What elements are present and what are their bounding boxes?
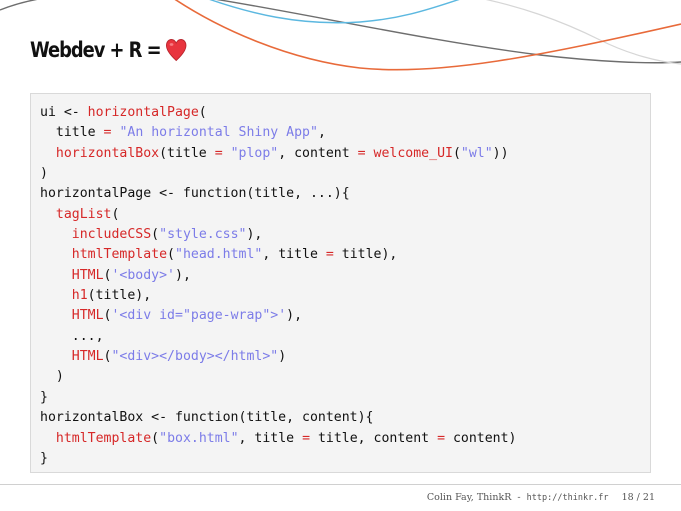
code-token: (: [151, 227, 160, 243]
code-token: (title: [159, 145, 215, 161]
code-line: ...,: [40, 327, 650, 347]
code-line: htmlTemplate("box.html", title = title, …: [40, 429, 650, 449]
code-line: HTML("<div></body></html>"): [40, 347, 650, 367]
code-token-op: =: [437, 430, 446, 446]
slide-title: Webdev + R =: [30, 38, 187, 62]
code-token: , content: [278, 145, 358, 161]
code-token-fn: HTML: [71, 267, 104, 283]
code-token: title),: [333, 247, 398, 263]
code-token: ui <-: [40, 105, 88, 120]
code-token: horizontalBox <- function(title, content…: [40, 410, 374, 426]
code-line: horizontalPage <- function(title, ...){: [40, 184, 650, 204]
code-token-op: =: [214, 145, 223, 161]
code-line: }: [40, 449, 650, 469]
code-line: HTML('<body>'),: [40, 266, 650, 286]
code-token: (: [151, 430, 160, 446]
code-token-str: "box.html": [159, 430, 239, 446]
code-token-str: '<body>': [111, 267, 176, 283]
code-line: tagList(: [40, 205, 650, 225]
code-line: ): [40, 367, 650, 387]
code-token: }: [40, 389, 48, 405]
code-line: h1(title),: [40, 286, 650, 306]
code-token-fn: tagList: [55, 206, 112, 222]
code-line: horizontalBox(title = "plop", content = …: [40, 144, 650, 164]
code-line: }: [40, 388, 650, 408]
code-token: ...,: [40, 328, 104, 344]
code-token-fn: includeCSS: [71, 227, 152, 243]
code-token: }: [40, 450, 48, 466]
gray-curve: [0, 0, 38, 11]
code-token-op: =: [302, 430, 311, 446]
code-token: content): [445, 430, 517, 446]
code-token-str: "wl": [460, 145, 493, 161]
slide-footer: Colin Fay, ThinkR - http://thinkr.fr 18 …: [427, 492, 655, 503]
code-line: horizontalBox <- function(title, content…: [40, 408, 650, 428]
code-token: horizontalPage <- function(title, ...){: [40, 186, 350, 202]
code-token-fn: h1: [71, 288, 88, 304]
code-token-fn: htmlTemplate: [71, 247, 168, 263]
code-token-fn: HTML: [71, 349, 104, 365]
code-token: (: [111, 206, 120, 222]
code-token: ),: [175, 267, 191, 283]
code-token: , title: [262, 247, 326, 263]
light-gray-curve: [485, 0, 681, 65]
footer-url: http://thinkr.fr: [526, 493, 609, 503]
code-token: (title),: [87, 288, 152, 304]
code-line: htmlTemplate("head.html", title = title)…: [40, 245, 650, 265]
code-token-str: "style.css": [159, 227, 247, 243]
code-token: ,: [317, 125, 326, 141]
code-token-op: =: [357, 145, 366, 161]
code-line: ): [40, 164, 650, 184]
code-token: title, content: [310, 430, 438, 446]
code-line: ui <- horizontalPage(: [40, 103, 650, 123]
code-token-fn: HTML: [71, 308, 104, 324]
code-token: ),: [246, 227, 263, 243]
code-token-str: '<div id="page-wrap">': [111, 308, 287, 324]
code-token: ): [40, 166, 48, 182]
code-token-str: "<div></body></html>": [111, 349, 279, 365]
code-token: )): [492, 145, 509, 161]
footer-divider: [0, 484, 681, 485]
code-token-fn: horizontalBox: [55, 145, 160, 161]
code-token-fn: htmlTemplate: [55, 430, 152, 446]
code-token-str: "head.html": [175, 247, 263, 263]
code-token: (: [452, 145, 461, 161]
slide-title-text: Webdev + R =: [30, 38, 162, 62]
code-token: ): [40, 369, 64, 385]
code-block: ui <- horizontalPage( title = "An horizo…: [30, 93, 651, 473]
page-number: 18 / 21: [621, 492, 655, 503]
code-line: title = "An horizontal Shiny App",: [40, 123, 650, 143]
code-line: HTML('<div id="page-wrap">'),: [40, 306, 650, 326]
code-token-str: "plop": [230, 145, 279, 161]
code-token-fn: welcome_UI: [373, 145, 453, 161]
footer-author: Colin Fay, ThinkR: [426, 492, 512, 503]
heart-icon: [165, 38, 187, 62]
code-token: , title: [238, 430, 303, 446]
code-line: includeCSS("style.css"),: [40, 225, 650, 245]
code-token: ),: [286, 308, 303, 324]
code-token: (: [198, 105, 207, 120]
code-token-op: =: [325, 247, 334, 263]
code-token-fn: horizontalPage: [87, 105, 199, 120]
code-token: ): [278, 349, 287, 365]
code-token: (: [167, 247, 175, 263]
footer-separator: -: [517, 492, 521, 503]
code-token-str: "An horizontal Shiny App": [119, 125, 318, 141]
gray-curve-right: [216, 0, 681, 64]
code-token: title: [40, 125, 104, 141]
code-content: ui <- horizontalPage( title = "An horizo…: [31, 94, 650, 469]
